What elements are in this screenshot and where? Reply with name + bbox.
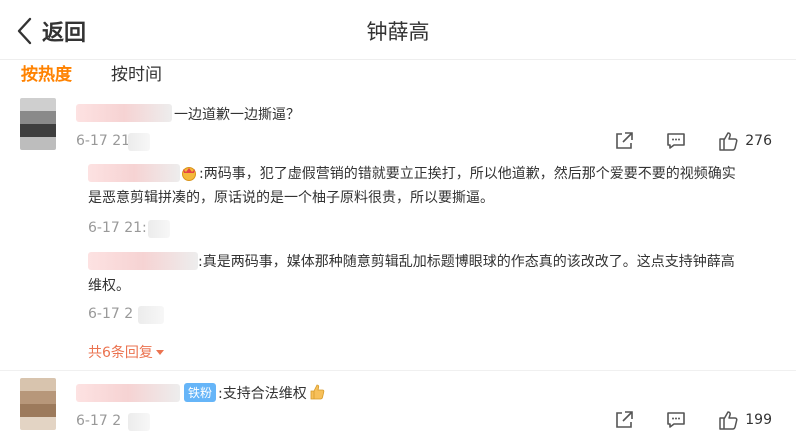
like-count: 276 bbox=[745, 133, 772, 149]
thumbs-up-icon bbox=[719, 132, 738, 151]
caret-down-icon bbox=[155, 350, 164, 355]
tab-by-time[interactable]: 按时间 bbox=[111, 60, 162, 85]
crown-emoji-icon bbox=[182, 167, 196, 181]
reply-text-cont: 是恶意剪辑拼凑的，原话说的是一个柚子原料很贵，所以要撕逼。 bbox=[88, 190, 494, 206]
share-button[interactable] bbox=[613, 409, 635, 431]
reply-button[interactable] bbox=[665, 409, 687, 431]
reply-text: :真是两码事，媒体那种随意剪辑乱加标题博眼球的作态真的该改改了。这点支持钟薛高 bbox=[198, 254, 735, 270]
reply-button[interactable] bbox=[665, 130, 687, 152]
reply-text-cont: 维权。 bbox=[88, 278, 130, 294]
avatar[interactable] bbox=[20, 378, 56, 430]
top-bar: 返回 钟薛高 bbox=[0, 0, 796, 60]
thumbs-up-icon bbox=[719, 411, 738, 430]
thumbs-up-emoji-icon bbox=[310, 384, 325, 400]
comment-text: 一边道歉一边撕逼？ bbox=[174, 107, 300, 123]
page-title: 钟薛高 bbox=[366, 20, 430, 44]
reply-time: 6-17 21: bbox=[88, 220, 147, 236]
comment-icon bbox=[667, 412, 686, 428]
like-button[interactable]: 199 bbox=[717, 409, 772, 431]
share-icon bbox=[616, 411, 634, 428]
comment-actions: 199 bbox=[583, 409, 772, 431]
tab-by-hot[interactable]: 按热度 bbox=[21, 60, 72, 85]
more-replies-link[interactable]: 共6条回复 bbox=[88, 342, 164, 362]
comment-time: 6-17 21 bbox=[76, 133, 131, 149]
reply-text: :两码事，犯了虚假营销的错就要立正挨打，所以他道歉，然后那个爱要不要的视频确实 bbox=[199, 166, 736, 182]
username-blurred[interactable] bbox=[76, 384, 180, 402]
comment-actions: 276 bbox=[583, 130, 772, 152]
username-blurred[interactable] bbox=[88, 164, 180, 182]
divider bbox=[0, 370, 796, 371]
comment-text: :支持合法维权 bbox=[218, 386, 307, 402]
more-replies-label: 共6条回复 bbox=[88, 345, 153, 361]
replies-box: :两码事，犯了虚假营销的错就要立正挨打，所以他道歉，然后那个爱要不要的视频确实 … bbox=[80, 156, 780, 362]
time-blurred bbox=[128, 133, 150, 151]
reply-item: :两码事，犯了虚假营销的错就要立正挨打，所以他道歉，然后那个爱要不要的视频确实 … bbox=[88, 162, 778, 210]
username-blurred[interactable] bbox=[88, 252, 198, 270]
comment-icon bbox=[667, 133, 686, 149]
like-count: 199 bbox=[745, 412, 772, 428]
time-blurred bbox=[138, 306, 164, 324]
comment-text-line: 铁粉:支持合法维权 bbox=[184, 383, 325, 403]
username-blurred[interactable] bbox=[76, 104, 172, 122]
time-blurred bbox=[148, 220, 170, 238]
like-button[interactable]: 276 bbox=[717, 130, 772, 152]
avatar[interactable] bbox=[20, 98, 56, 150]
share-icon bbox=[616, 132, 634, 149]
reply-item: :真是两码事，媒体那种随意剪辑乱加标题博眼球的作态真的该改改了。这点支持钟薛高 … bbox=[88, 250, 778, 298]
reply-time: 6-17 2 bbox=[88, 306, 134, 322]
fan-badge: 铁粉 bbox=[184, 383, 217, 402]
time-blurred bbox=[128, 413, 150, 431]
sort-tabs: 按热度 按时间 bbox=[0, 60, 796, 88]
share-button[interactable] bbox=[613, 130, 635, 152]
comment-time: 6-17 2 bbox=[76, 413, 122, 429]
